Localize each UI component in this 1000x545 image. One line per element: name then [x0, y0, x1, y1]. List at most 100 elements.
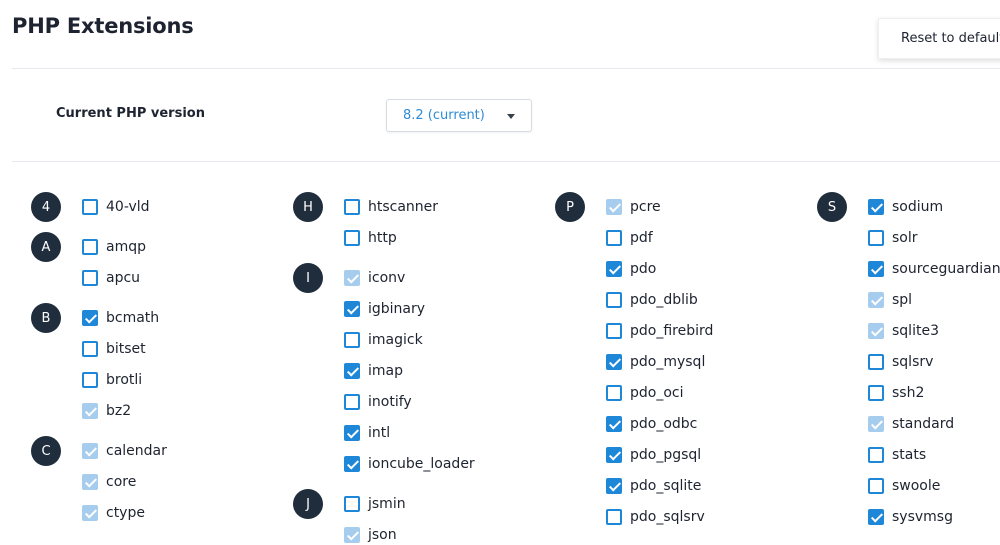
extension-checkbox[interactable] — [606, 385, 622, 401]
extension-sqlite3: sqlite3 — [868, 321, 939, 341]
extension-bcmath[interactable]: bcmath — [82, 308, 159, 328]
extension-pdo-firebird[interactable]: pdo_firebird — [606, 321, 713, 341]
group-letter-i: I — [293, 263, 323, 293]
extension-label: http — [368, 230, 397, 246]
extension-jsmin[interactable]: jsmin — [344, 494, 406, 514]
extension-imagick[interactable]: imagick — [344, 330, 423, 350]
extension-pdo-odbc[interactable]: pdo_odbc — [606, 414, 697, 434]
extension-checkbox[interactable] — [82, 270, 98, 286]
extension-bitset[interactable]: bitset — [82, 339, 146, 359]
extension-checkbox — [82, 403, 98, 419]
extension-apcu[interactable]: apcu — [82, 268, 140, 288]
extension-swoole[interactable]: swoole — [868, 476, 940, 496]
extension-checkbox — [344, 270, 360, 286]
extension-label: igbinary — [368, 301, 426, 317]
extension-label: pdo_odbc — [630, 416, 698, 432]
extension-pdf[interactable]: pdf — [606, 228, 653, 248]
extension-checkbox[interactable] — [82, 310, 98, 326]
extension-checkbox[interactable] — [606, 261, 622, 277]
extension-checkbox[interactable] — [344, 425, 360, 441]
extension-label: pdo — [630, 261, 657, 277]
extension-checkbox[interactable] — [344, 301, 360, 317]
group-letter-b: B — [31, 303, 61, 333]
extension-checkbox[interactable] — [344, 456, 360, 472]
extension-sysvmsg[interactable]: sysvmsg — [868, 507, 953, 527]
extension-pdo-sqlite[interactable]: pdo_sqlite — [606, 476, 701, 496]
extension-checkbox[interactable] — [868, 447, 884, 463]
extension-pdo-dblib[interactable]: pdo_dblib — [606, 290, 698, 310]
extension-label: ssh2 — [892, 385, 925, 401]
extension-igbinary[interactable]: igbinary — [344, 299, 425, 319]
extension-inotify[interactable]: inotify — [344, 392, 412, 412]
extension-checkbox[interactable] — [606, 509, 622, 525]
extension-checkbox[interactable] — [344, 230, 360, 246]
extension-checkbox[interactable] — [344, 199, 360, 215]
extension-checkbox[interactable] — [606, 230, 622, 246]
extension-htscanner[interactable]: htscanner — [344, 197, 438, 217]
extension-pdo-oci[interactable]: pdo_oci — [606, 383, 684, 403]
extension-label: pdo_pgsql — [630, 447, 702, 463]
extension-sourceguardian[interactable]: sourceguardian — [868, 259, 1000, 279]
extension-standard: standard — [868, 414, 954, 434]
extension-checkbox[interactable] — [868, 478, 884, 494]
extension-checkbox[interactable] — [344, 394, 360, 410]
extension-http[interactable]: http — [344, 228, 397, 248]
extension-intl[interactable]: intl — [344, 423, 390, 443]
extension-label: htscanner — [368, 199, 439, 215]
extension-checkbox — [82, 505, 98, 521]
extension-checkbox[interactable] — [606, 323, 622, 339]
extension-checkbox — [868, 323, 884, 339]
extension-label: sysvmsg — [892, 509, 953, 525]
group-letter-h: H — [293, 192, 323, 222]
extension-json: json — [344, 525, 397, 545]
extension-label: core — [106, 474, 137, 490]
extension-amqp[interactable]: amqp — [82, 237, 146, 257]
extension-checkbox[interactable] — [868, 509, 884, 525]
extension-checkbox[interactable] — [344, 496, 360, 512]
extension-label: spl — [892, 292, 913, 308]
extension-checkbox[interactable] — [82, 372, 98, 388]
extension-solr[interactable]: solr — [868, 228, 918, 248]
extension-imap[interactable]: imap — [344, 361, 403, 381]
extension-label: standard — [892, 416, 955, 432]
extension-label: json — [368, 527, 397, 543]
extension-pdo-mysql[interactable]: pdo_mysql — [606, 352, 705, 372]
extension-label: imagick — [368, 332, 423, 348]
group-letter-a: A — [31, 232, 61, 262]
extension-label: pdo_sqlite — [630, 478, 702, 494]
extension-label: solr — [892, 230, 918, 246]
extension-checkbox[interactable] — [606, 354, 622, 370]
extension-label: jsmin — [368, 496, 406, 512]
extension-checkbox[interactable] — [868, 261, 884, 277]
extension-checkbox[interactable] — [344, 332, 360, 348]
extension-sqlsrv[interactable]: sqlsrv — [868, 352, 933, 372]
extension-label: swoole — [892, 478, 941, 494]
extension-checkbox — [82, 443, 98, 459]
extension-stats[interactable]: stats — [868, 445, 926, 465]
extension-checkbox[interactable] — [868, 354, 884, 370]
extension-checkbox[interactable] — [82, 199, 98, 215]
extension-pdo[interactable]: pdo — [606, 259, 656, 279]
extension-label: pdo_mysql — [630, 354, 706, 370]
extension-checkbox[interactable] — [606, 478, 622, 494]
extension-checkbox[interactable] — [606, 292, 622, 308]
extension-sodium[interactable]: sodium — [868, 197, 943, 217]
extension-label: bitset — [106, 341, 146, 357]
extension-checkbox[interactable] — [344, 363, 360, 379]
extension-brotli[interactable]: brotli — [82, 370, 142, 390]
extension-checkbox[interactable] — [82, 341, 98, 357]
extension-checkbox[interactable] — [868, 230, 884, 246]
extension-40-vld[interactable]: 40-vld — [82, 197, 150, 217]
extension-checkbox[interactable] — [606, 447, 622, 463]
extension-label: iconv — [368, 270, 406, 286]
extension-ssh2[interactable]: ssh2 — [868, 383, 924, 403]
extension-core: core — [82, 472, 136, 492]
extension-checkbox[interactable] — [606, 416, 622, 432]
extension-ioncube-loader[interactable]: ioncube_loader — [344, 454, 475, 474]
extension-checkbox[interactable] — [868, 199, 884, 215]
extension-pdo-sqlsrv[interactable]: pdo_sqlsrv — [606, 507, 705, 527]
extension-pdo-pgsql[interactable]: pdo_pgsql — [606, 445, 701, 465]
extension-spl: spl — [868, 290, 912, 310]
extension-checkbox[interactable] — [868, 385, 884, 401]
extension-checkbox[interactable] — [82, 239, 98, 255]
